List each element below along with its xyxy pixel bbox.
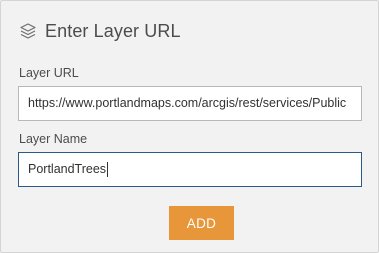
- layer-name-label: Layer Name: [19, 132, 88, 146]
- layer-name-value: PortlandTrees: [28, 162, 107, 176]
- layer-name-input[interactable]: PortlandTrees: [18, 152, 362, 187]
- layers-icon: [19, 22, 37, 40]
- text-caret: [107, 162, 109, 178]
- panel-header: Enter Layer URL: [19, 18, 181, 44]
- layer-name-value-wrapper: PortlandTrees: [28, 153, 109, 186]
- layer-url-input[interactable]: https://www.portlandmaps.com/arcgis/rest…: [18, 86, 362, 121]
- layer-url-value: https://www.portlandmaps.com/arcgis/rest…: [28, 96, 347, 110]
- layer-url-label: Layer URL: [19, 66, 79, 80]
- panel-title: Enter Layer URL: [45, 20, 181, 41]
- add-layer-panel: Enter Layer URL Layer URL https://www.po…: [0, 0, 379, 253]
- add-button[interactable]: ADD: [169, 206, 234, 240]
